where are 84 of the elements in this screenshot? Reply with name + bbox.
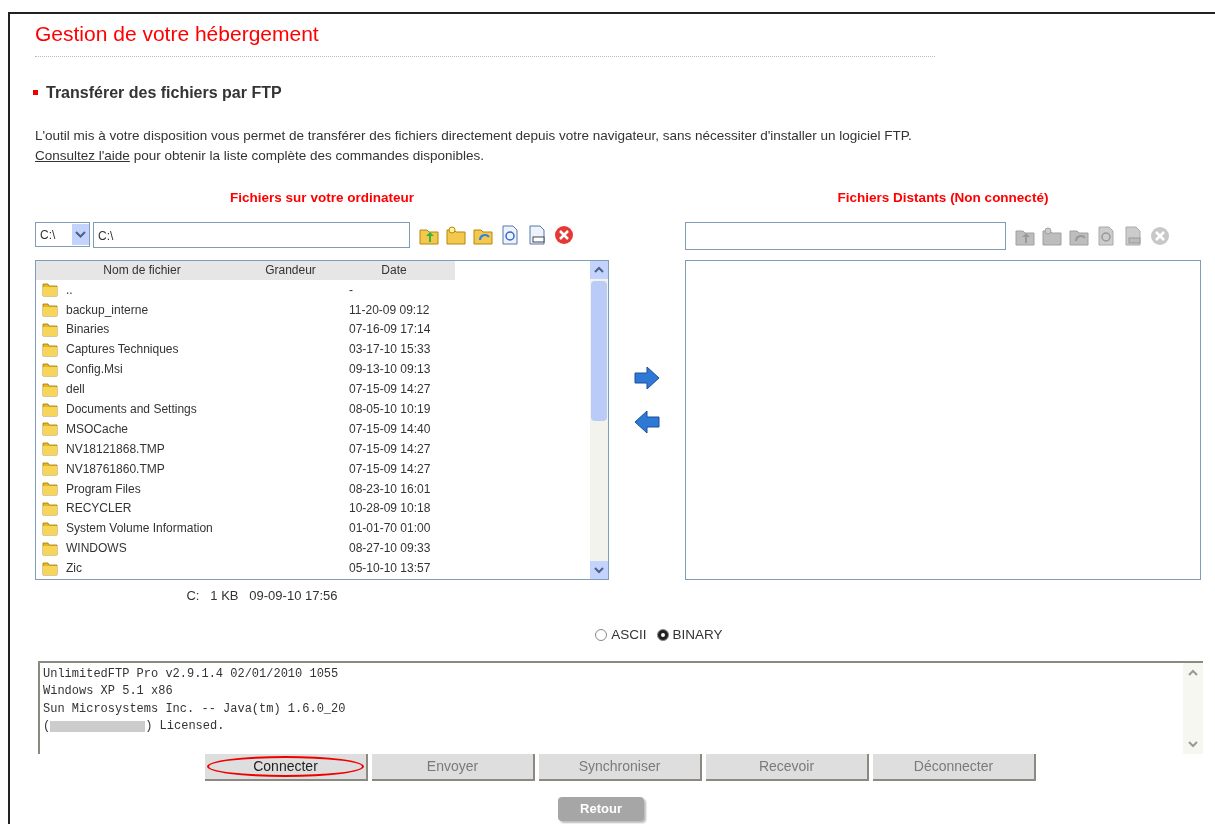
- file-date: 07-15-09 14:27: [349, 460, 431, 478]
- path-field[interactable]: C:\: [93, 221, 410, 248]
- close-icon[interactable]: [553, 223, 575, 246]
- log-line: UnlimitedFTP Pro v2.9.1.4 02/01/2010 1055: [43, 665, 339, 683]
- file-date: 08-27-10 09:33: [349, 540, 431, 558]
- file-date: 11-20-09 09:12: [349, 301, 430, 319]
- file-date: 10-28-09 10:18: [349, 500, 431, 518]
- file-name[interactable]: Program Files: [66, 479, 264, 498]
- right-arrow-icon[interactable]: [633, 364, 661, 391]
- log-scrollbar[interactable]: [1183, 662, 1203, 754]
- file-name[interactable]: WINDOWS: [66, 539, 264, 558]
- folder-icon: [42, 361, 58, 377]
- left-arrow-icon[interactable]: [633, 408, 661, 435]
- file-name[interactable]: backup_interne: [66, 300, 264, 319]
- file-name[interactable]: NV18761860.TMP: [66, 459, 264, 478]
- folder-icon: [42, 282, 58, 298]
- document-icon[interactable]: [1122, 224, 1144, 247]
- radio-button[interactable]: [656, 629, 669, 642]
- folder-icon: [42, 540, 58, 556]
- file-date: 08-05-10 10:19: [349, 401, 431, 419]
- file-name[interactable]: dell: [66, 380, 264, 399]
- file-date: 05-10-10 13:57: [349, 560, 431, 578]
- new-folder-icon[interactable]: [445, 223, 467, 246]
- file-name[interactable]: Zic: [66, 559, 264, 578]
- file-date: 07-16-09 17:14: [349, 321, 431, 339]
- magnifier-document-icon[interactable]: [1095, 224, 1117, 247]
- folder-icon: [42, 401, 58, 417]
- file-date: -: [349, 281, 353, 299]
- folder-icon: [42, 321, 58, 337]
- magnifier-document-icon[interactable]: [499, 223, 521, 246]
- log-line: ) Licensed.: [145, 718, 225, 735]
- file-date: 01-01-70 01:00: [349, 520, 431, 538]
- folder-icon: [42, 341, 58, 357]
- radio-label[interactable]: BINARY: [672, 625, 723, 646]
- log-line: Windows XP 5.1 x86: [43, 683, 173, 700]
- file-name[interactable]: Documents and Settings: [66, 400, 264, 419]
- new-folder-icon[interactable]: [1041, 224, 1063, 247]
- folder-icon: [42, 481, 58, 497]
- status-text: C: 1 KB 09-09-10 17:56: [186, 586, 338, 605]
- file-name[interactable]: System Volume Information: [66, 519, 264, 538]
- radio-button[interactable]: [595, 629, 608, 642]
- folder-icon: [42, 441, 58, 457]
- file-date: 03-17-10 15:33: [349, 341, 431, 359]
- file-date: 07-15-09 14:27: [349, 440, 431, 458]
- folder-icon: [42, 461, 58, 477]
- file-name[interactable]: NV18121868.TMP: [66, 439, 264, 458]
- panel-title: Fichiers Distants (Non connecté): [837, 188, 1049, 207]
- file-name[interactable]: Config.Msi: [66, 360, 264, 379]
- column-header[interactable]: Date: [333, 261, 455, 280]
- column-header[interactable]: Grandeur: [248, 261, 333, 280]
- scroll-up-icon[interactable]: [590, 260, 608, 279]
- remote-path-field[interactable]: [685, 221, 1006, 250]
- drive-dropdown[interactable]: C:\: [35, 222, 90, 248]
- panel-title: Fichiers sur votre ordinateur: [230, 188, 414, 207]
- folder-icon: [42, 421, 58, 437]
- file-name[interactable]: Captures Techniques: [66, 340, 264, 359]
- bullet-icon: [33, 90, 38, 95]
- help-link[interactable]: Consultez l'aide: [35, 147, 130, 163]
- page-title: Gestion de votre hébergement: [35, 21, 319, 47]
- file-date: 07-15-09 14:27: [349, 381, 431, 399]
- column-header[interactable]: Nom de fichier: [36, 261, 248, 280]
- log-line: Sun Microsystems Inc. -- Java(tm) 1.6.0_20: [43, 700, 346, 718]
- section-title: Transférer des fichiers par FTP: [46, 82, 282, 103]
- folder-icon: [42, 520, 58, 536]
- radio-label[interactable]: ASCII: [611, 625, 647, 646]
- file-date: 08-23-10 16:01: [349, 480, 431, 498]
- caret-icon: [72, 224, 89, 246]
- folder-icon: [42, 501, 58, 516]
- file-name[interactable]: ..: [66, 280, 264, 299]
- folder-icon: [42, 381, 58, 397]
- action-button[interactable]: Connecter: [205, 753, 368, 781]
- file-name[interactable]: MSOCache: [66, 419, 264, 438]
- document-icon[interactable]: [526, 223, 548, 246]
- folder-icon: [42, 560, 58, 576]
- scroll-down-icon[interactable]: [590, 560, 608, 579]
- scrollbar[interactable]: [590, 260, 608, 579]
- help-text: Consultez l'aide pour obtenir la liste complète des commandes disponibles.: [35, 146, 485, 165]
- log-line: (: [43, 718, 51, 735]
- intro-text: L'outil mis à votre disposition vous permet de transférer des fichiers directement depuis votre navigateur, sans nécessiter d'installer un logiciel FTP.: [35, 126, 912, 145]
- file-name[interactable]: RECYCLER: [66, 499, 264, 518]
- file-name[interactable]: Binaries: [66, 320, 264, 339]
- file-date: 07-15-09 14:40: [349, 420, 431, 438]
- folder-icon: [42, 302, 58, 318]
- file-date: 09-13-10 09:13: [349, 361, 431, 379]
